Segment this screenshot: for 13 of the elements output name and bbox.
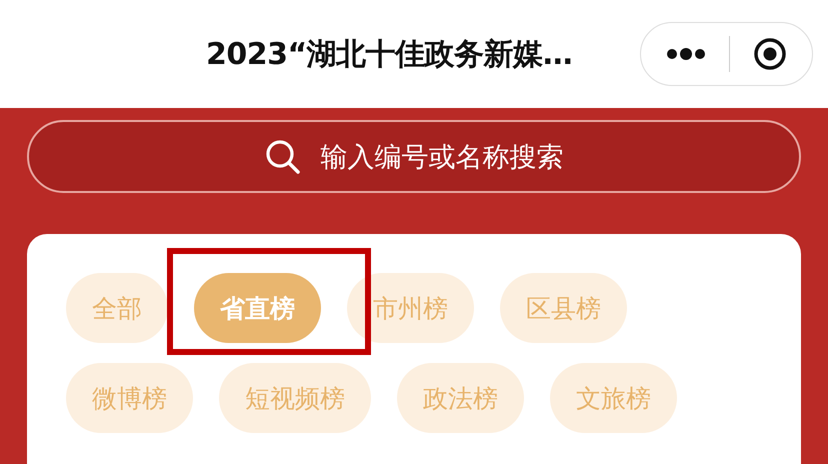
page-title: 2023“湖北十佳政务新媒… [206,36,574,74]
category-tab[interactable]: 短视频榜 [219,363,371,433]
category-tab[interactable]: 市州榜 [347,273,474,343]
category-tab[interactable]: 省直榜 [194,273,321,343]
category-tab[interactable]: 文旅榜 [550,363,677,433]
category-tab[interactable]: 区县榜 [500,273,627,343]
search-icon [264,138,300,174]
capsule-menu[interactable] [640,22,813,86]
category-tab[interactable]: 政法榜 [397,363,524,433]
category-tab[interactable]: 微博榜 [66,363,193,433]
more-icon[interactable] [666,47,706,61]
search-field[interactable]: 输入编号或名称搜索 [27,120,801,193]
category-tab[interactable]: 全部 [66,273,168,343]
